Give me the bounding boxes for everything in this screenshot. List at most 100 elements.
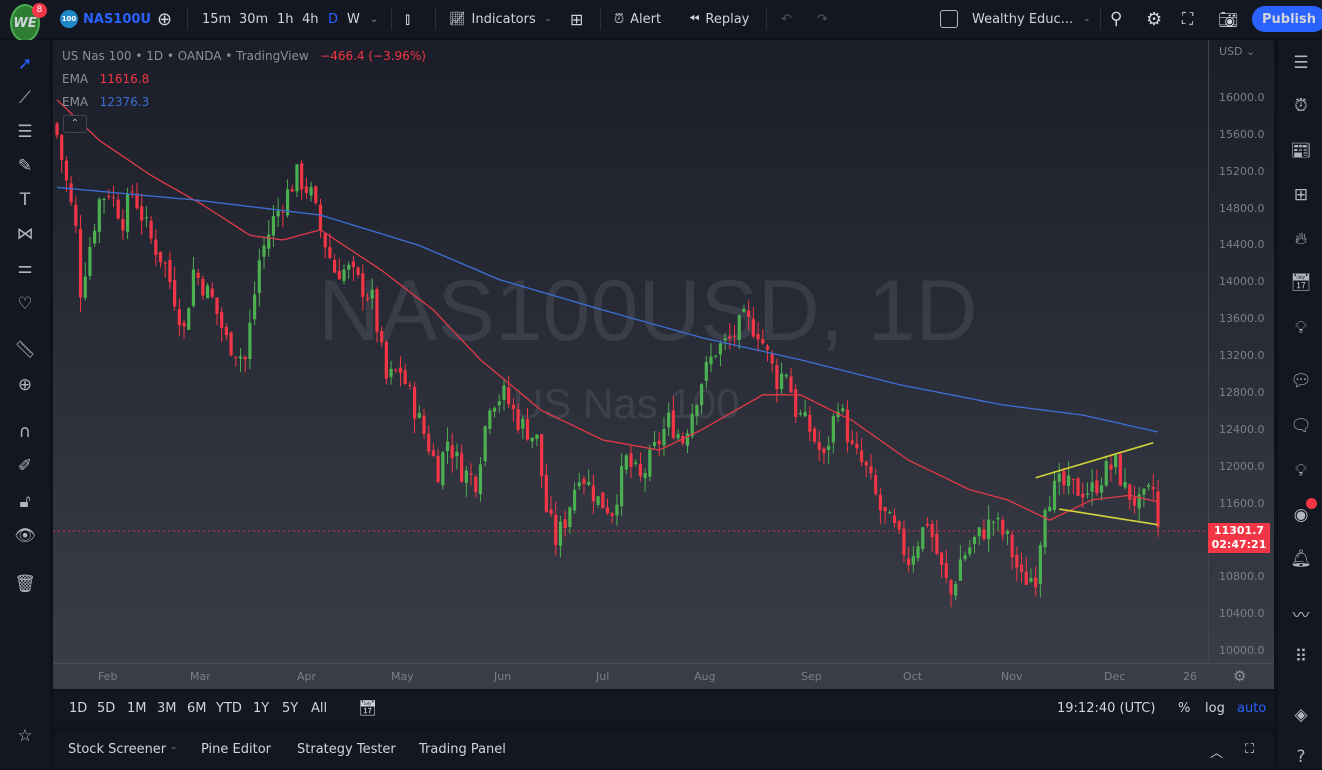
streams-icon[interactable]: 💡︎ bbox=[1288, 458, 1314, 484]
price-plot[interactable] bbox=[53, 40, 1208, 663]
legend-ema-fast[interactable]: EMA 11616.8 bbox=[62, 72, 149, 86]
layout-name-button[interactable]: Wealthy Educ... bbox=[972, 0, 1073, 38]
layouts-grid-icon[interactable]: ⊞ bbox=[570, 0, 583, 38]
candle-up bbox=[1057, 473, 1061, 482]
candle-down bbox=[822, 448, 826, 454]
clock[interactable]: 19:12:40 (UTC) bbox=[1057, 701, 1155, 716]
goto-date-icon[interactable]: 📅︎ bbox=[358, 699, 377, 717]
cursor-icon[interactable]: ➚ bbox=[13, 52, 37, 76]
range-5d[interactable]: 5D bbox=[97, 701, 115, 716]
ideas-lightbulb-icon[interactable]: 💡︎ bbox=[1288, 315, 1314, 341]
calendar-icon[interactable]: 📅︎ bbox=[1288, 270, 1314, 296]
collapse-legend-button[interactable]: ⌃ bbox=[63, 115, 87, 133]
bell-icon[interactable]: 🔔︎ bbox=[1288, 546, 1314, 572]
search-icon[interactable]: ⚲ bbox=[1110, 0, 1122, 38]
zoom-in-icon[interactable]: ⊕ bbox=[13, 373, 37, 397]
range-ytd[interactable]: YTD bbox=[216, 701, 242, 716]
compare-add-icon[interactable]: ⊕ bbox=[157, 0, 172, 38]
chevron-down-icon[interactable]: ⌄ bbox=[544, 0, 552, 38]
brush-icon[interactable]: ✎ bbox=[13, 154, 37, 178]
legend-ema-slow[interactable]: EMA 12376.3 bbox=[62, 95, 149, 109]
chevron-up-icon[interactable]: ︿ bbox=[1210, 742, 1223, 761]
redo-icon[interactable]: ↷ bbox=[817, 0, 828, 38]
chevron-down-icon[interactable]: ⌄ bbox=[170, 742, 178, 752]
candle-up bbox=[968, 547, 972, 555]
range-1y[interactable]: 1Y bbox=[253, 701, 269, 716]
undo-icon[interactable]: ↶ bbox=[781, 0, 792, 38]
timeframe-30m[interactable]: 30m bbox=[239, 0, 268, 38]
tab-stock-screener[interactable]: Stock Screener bbox=[68, 742, 166, 757]
percent-toggle[interactable]: % bbox=[1178, 701, 1190, 716]
chevron-down-icon[interactable]: ⌄ bbox=[370, 0, 378, 38]
timeframe-4h[interactable]: 4h bbox=[302, 0, 319, 38]
lock-icon[interactable]: 🔓︎ bbox=[13, 490, 37, 514]
time-axis[interactable]: Feb Mar Apr May Jun Jul Aug Sep Oct Nov Dec 26 ⚙ bbox=[53, 663, 1274, 689]
timeframe-w[interactable]: W bbox=[347, 0, 360, 38]
range-3m[interactable]: 3M bbox=[157, 701, 177, 716]
object-tree-icon[interactable]: ⠿ bbox=[1288, 644, 1314, 670]
legend-title: US Nas 100 • 1D • OANDA • TradingView bbox=[62, 49, 309, 63]
magnet-icon[interactable]: ∩ bbox=[13, 420, 37, 444]
chart-pane[interactable]: NAS100USD, 1D US Nas 100 US Nas 100 • 1D… bbox=[53, 40, 1274, 689]
replay-button[interactable]: ⏪︎ Replay bbox=[689, 0, 749, 38]
messages-icon[interactable]: 🗨︎ bbox=[1288, 413, 1314, 439]
maximize-panel-icon[interactable]: ⛶ bbox=[1245, 742, 1254, 757]
candle-up bbox=[191, 269, 196, 306]
range-all[interactable]: All bbox=[311, 701, 327, 716]
candle-up bbox=[991, 521, 995, 523]
horizontal-lines-icon[interactable]: ☰ bbox=[13, 120, 37, 144]
lock-drawing-icon[interactable]: ✐ bbox=[13, 454, 37, 478]
fullscreen-icon[interactable]: ⛶ bbox=[1182, 0, 1193, 38]
timeframe-d[interactable]: D bbox=[328, 0, 338, 38]
indicators-button[interactable]: 📈︎ Indicators bbox=[449, 0, 536, 38]
candle-down bbox=[812, 428, 817, 442]
auto-toggle[interactable]: auto bbox=[1237, 701, 1266, 716]
symbol-search-button[interactable]: 100 NAS100U bbox=[60, 0, 151, 38]
heart-icon[interactable]: ♡ bbox=[13, 292, 37, 316]
star-icon[interactable]: ☆ bbox=[13, 724, 37, 748]
log-toggle[interactable]: log bbox=[1205, 701, 1225, 716]
layers-icon[interactable]: ◈ bbox=[1288, 702, 1314, 728]
news-icon[interactable]: 📰︎ bbox=[1288, 138, 1314, 164]
candle-up bbox=[492, 407, 497, 412]
publish-button[interactable]: Publish bbox=[1252, 6, 1322, 32]
trend-line-icon[interactable]: ⟋ bbox=[13, 86, 37, 110]
range-6m[interactable]: 6M bbox=[187, 701, 207, 716]
camera-icon[interactable]: 📷︎ bbox=[1218, 0, 1238, 38]
gear-icon[interactable]: ⚙ bbox=[1146, 0, 1162, 38]
eye-icon[interactable]: 👁︎ bbox=[13, 524, 37, 548]
trash-icon[interactable]: 🗑︎ bbox=[13, 572, 37, 596]
layout-checkbox-icon[interactable] bbox=[940, 10, 958, 28]
timeframe-1h[interactable]: 1h bbox=[277, 0, 294, 38]
text-icon[interactable]: T bbox=[13, 188, 37, 212]
price-axis[interactable]: USD ⌄ 16000.0 15600.0 15200.0 14800.0 14400.… bbox=[1208, 40, 1274, 663]
axis-settings-gear-icon[interactable]: ⚙ bbox=[1233, 667, 1246, 685]
candle-up bbox=[1038, 545, 1042, 584]
trading-icon[interactable]: 〰 bbox=[1288, 600, 1314, 626]
ruler-icon[interactable]: 📏︎ bbox=[13, 338, 37, 362]
pattern-icon[interactable]: ⋈ bbox=[13, 222, 37, 246]
range-5y[interactable]: 5Y bbox=[282, 701, 298, 716]
chevron-down-icon[interactable]: ⌄ bbox=[1083, 0, 1091, 38]
candle-down bbox=[591, 485, 595, 502]
alert-button[interactable]: ⏰︎ Alert bbox=[614, 0, 661, 38]
prediction-icon[interactable]: ⚌ bbox=[13, 256, 37, 280]
help-icon[interactable]: ? bbox=[1288, 744, 1314, 770]
range-1d[interactable]: 1D bbox=[69, 701, 87, 716]
candle-down bbox=[140, 206, 144, 221]
tab-strategy-tester[interactable]: Strategy Tester bbox=[297, 742, 396, 757]
hotlist-fire-icon[interactable]: 🔥︎ bbox=[1288, 226, 1314, 252]
alarm-clock-icon[interactable]: ⏰︎ bbox=[1288, 93, 1314, 119]
range-1m[interactable]: 1M bbox=[127, 701, 147, 716]
watchlist-icon[interactable]: ☰ bbox=[1288, 50, 1314, 76]
tab-pine-editor[interactable]: Pine Editor bbox=[201, 742, 271, 757]
timeframe-15m[interactable]: 15m bbox=[202, 0, 231, 38]
add-list-icon[interactable]: ⊞ bbox=[1288, 182, 1314, 208]
candle-down bbox=[775, 364, 779, 390]
candle-up bbox=[1048, 506, 1052, 512]
candle-down bbox=[907, 558, 911, 566]
tab-trading-panel[interactable]: Trading Panel bbox=[419, 742, 506, 757]
chats-icon[interactable]: 💬︎ bbox=[1288, 368, 1314, 394]
candle-type-icon[interactable]: ⫾ bbox=[405, 0, 410, 38]
currency-selector[interactable]: USD ⌄ bbox=[1219, 45, 1255, 58]
